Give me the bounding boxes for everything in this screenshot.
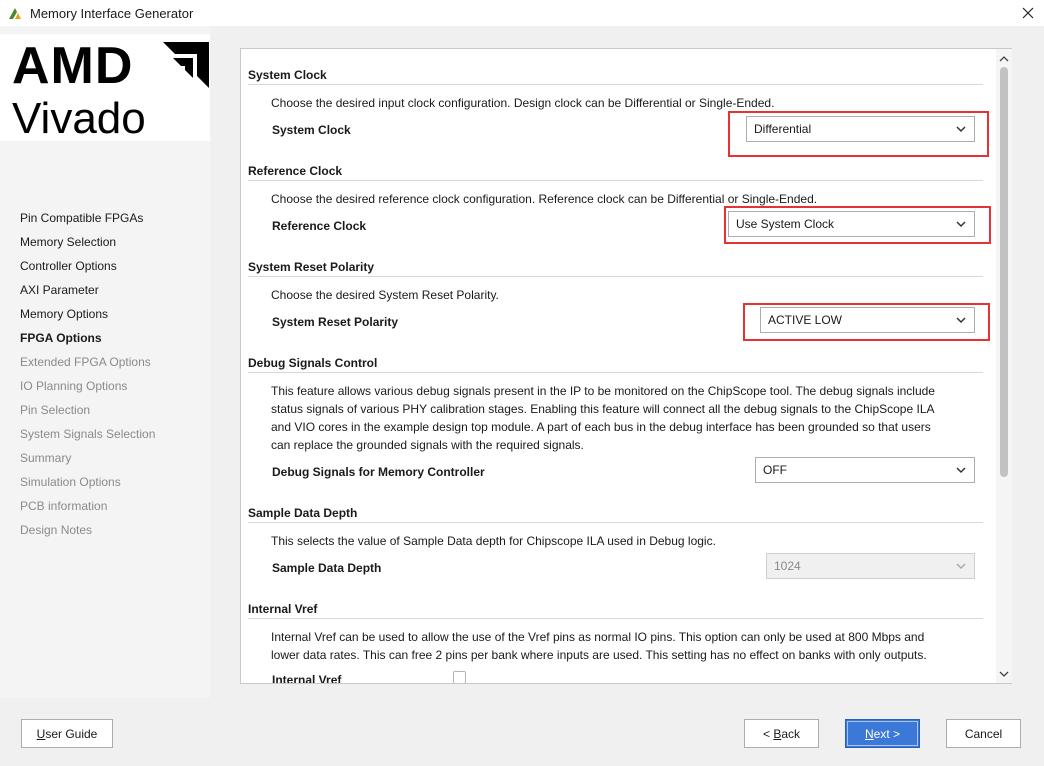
amd-arrow-icon [163, 42, 209, 88]
fpga-options-panel: System Clock Choose the desired input cl… [240, 48, 1012, 684]
nav-step[interactable]: Memory Selection [20, 234, 155, 258]
internal-vref-checkbox[interactable] [453, 671, 466, 683]
nav-step[interactable]: Memory Options [20, 306, 155, 330]
sample-depth-description: This selects the value of Sample Data de… [271, 534, 716, 548]
user-guide-button[interactable]: User Guide [21, 719, 113, 748]
section-divider [248, 522, 983, 523]
cancel-button[interactable]: Cancel [946, 719, 1021, 748]
section-title-debug-signals: Debug Signals Control [248, 356, 378, 370]
nav-step: PCB information [20, 499, 108, 513]
chevron-down-icon [956, 467, 966, 474]
section-divider [248, 276, 983, 277]
debug-signals-label: Debug Signals for Memory Controller [272, 465, 485, 479]
internal-vref-label: Internal Vref [272, 673, 342, 683]
chevron-down-icon [956, 221, 966, 228]
section-divider [248, 180, 983, 181]
title-bar: Memory Interface Generator [0, 0, 1044, 26]
nav-step: Pin Selection [20, 403, 91, 417]
scroll-up-button[interactable] [996, 51, 1012, 65]
system-clock-value: Differential [754, 122, 812, 136]
sample-depth-select: 1024 [766, 553, 975, 579]
chevron-down-icon [956, 563, 966, 570]
chevron-up-icon [999, 55, 1009, 61]
debug-signals-select[interactable]: OFF [755, 457, 975, 483]
button-label-part: < [762, 726, 774, 741]
scroll-down-button[interactable] [996, 667, 1012, 681]
button-label-part: ser Guide [45, 726, 98, 741]
nav-step[interactable]: Pin Compatible FPGAs [20, 210, 155, 234]
system-clock-description: Choose the desired input clock configura… [271, 96, 775, 110]
section-divider [248, 84, 983, 85]
button-mnemonic: U [36, 726, 46, 741]
nav-step[interactable]: AXI Parameter [20, 282, 155, 306]
debug-signals-value: OFF [763, 463, 787, 477]
button-mnemonic: N [864, 726, 874, 741]
nav-step: System Signals Selection [20, 427, 156, 441]
reset-polarity-select[interactable]: ACTIVE LOW [760, 307, 975, 333]
logo-product: Vivado [12, 94, 146, 141]
chevron-down-icon [956, 126, 966, 133]
wizard-sidebar: AMD Vivado Pin Compatible FPGAs Memory S… [0, 26, 210, 698]
close-button[interactable] [1012, 0, 1044, 26]
reset-polarity-value: ACTIVE LOW [768, 313, 843, 327]
vertical-scrollbar[interactable] [996, 49, 1012, 683]
section-title-system-clock: System Clock [248, 68, 327, 82]
section-title-reference-clock: Reference Clock [248, 164, 343, 178]
section-divider [248, 372, 983, 373]
button-label-part: ack [781, 726, 801, 741]
nav-step[interactable]: Controller Options [20, 258, 155, 282]
nav-step: IO Planning Options [20, 379, 128, 393]
internal-vref-description-line: Internal Vref can be used to allow the u… [271, 630, 925, 644]
next-button[interactable]: Next > [845, 719, 920, 748]
system-clock-select[interactable]: Differential [746, 116, 975, 142]
nav-step: Design Notes [20, 523, 93, 537]
nav-step: Extended FPGA Options [20, 355, 151, 369]
chevron-down-icon [999, 671, 1009, 677]
scrollbar-thumb[interactable] [1000, 67, 1008, 477]
window-title: Memory Interface Generator [30, 6, 194, 21]
nav-step: Simulation Options [20, 475, 121, 489]
nav-step: Summary [20, 451, 72, 465]
reference-clock-select[interactable]: Use System Clock [728, 211, 975, 237]
debug-description-line: can replace the grounded signals with th… [271, 438, 584, 452]
nav-step-current[interactable]: FPGA Options [20, 330, 155, 354]
button-label-part: ext > [873, 726, 901, 741]
vivado-app-icon [9, 8, 21, 19]
debug-description-line: status signals of various PHY calibratio… [271, 402, 935, 416]
section-title-internal-vref: Internal Vref [248, 602, 318, 616]
section-title-sample-data-depth: Sample Data Depth [248, 506, 358, 520]
chevron-down-icon [956, 317, 966, 324]
system-clock-label: System Clock [272, 123, 351, 137]
section-divider [248, 618, 983, 619]
options-scroll-area[interactable]: System Clock Choose the desired input cl… [241, 49, 995, 683]
section-title-reset-polarity: System Reset Polarity [248, 260, 375, 274]
reset-polarity-description: Choose the desired System Reset Polarity… [271, 288, 499, 302]
close-icon [1022, 7, 1034, 19]
debug-description-line: and VIO cores in the example design top … [271, 420, 931, 434]
sample-depth-label: Sample Data Depth [272, 561, 382, 575]
reference-clock-value: Use System Clock [736, 217, 835, 231]
logo-brand: AMD [12, 37, 134, 95]
back-button[interactable]: < Back [744, 719, 819, 748]
debug-description-line: This feature allows various debug signal… [271, 384, 935, 398]
reference-clock-label: Reference Clock [272, 219, 367, 233]
wizard-steps: Pin Compatible FPGAs Memory Selection Co… [20, 210, 155, 546]
reset-polarity-label: System Reset Polarity [272, 315, 399, 329]
internal-vref-description-line: lower data rates. This can free 2 pins p… [271, 648, 927, 662]
button-mnemonic: B [773, 726, 782, 741]
amd-vivado-logo: AMD Vivado [0, 34, 210, 141]
sample-depth-value: 1024 [774, 559, 801, 573]
